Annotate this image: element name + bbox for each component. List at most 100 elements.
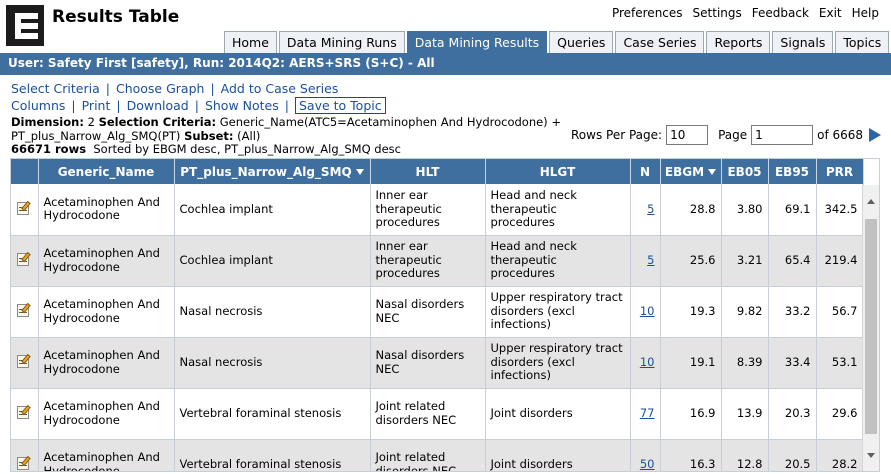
hlgt-cell: Joint disorders	[485, 439, 631, 471]
row-action-cell	[11, 235, 39, 287]
scroll-down-icon[interactable]	[867, 453, 875, 458]
pt-cell: Cochlea implant	[174, 184, 371, 236]
print-link[interactable]: Print	[82, 98, 111, 113]
add-to-case-series-link[interactable]: Add to Case Series	[221, 81, 339, 96]
preferences-link[interactable]: Preferences	[612, 6, 683, 20]
sort-desc-icon	[708, 169, 717, 175]
hlgt-cell: Head and neck therapeutic procedures	[485, 235, 631, 287]
pt-cell: Nasal necrosis	[174, 337, 371, 389]
hlt-cell: Nasal disorders NEC	[370, 286, 486, 338]
row-action-cell	[11, 439, 39, 471]
scroll-up-icon[interactable]	[867, 199, 875, 204]
eb95-cell: 20.3	[768, 388, 817, 440]
prr-cell: 342.5	[816, 184, 864, 236]
hlt-cell: Joint related disorders NEC	[370, 439, 486, 471]
app-logo	[6, 5, 44, 46]
link-separator: |	[194, 98, 199, 113]
column-header-hlt[interactable]: HLT	[370, 159, 486, 184]
settings-link[interactable]: Settings	[693, 6, 742, 20]
row-action-cell	[11, 388, 39, 440]
vertical-scrollbar[interactable]	[862, 185, 879, 471]
column-header-prr[interactable]: PRR	[816, 159, 864, 184]
table-body: Acetaminophen And Hydrocodone Cochlea imp…	[11, 184, 864, 471]
help-link[interactable]: Help	[852, 6, 879, 20]
eb05-cell: 3.21	[721, 235, 769, 287]
case-count-link[interactable]: 50	[640, 457, 655, 471]
download-link[interactable]: Download	[127, 98, 189, 113]
feedback-link[interactable]: Feedback	[752, 6, 809, 20]
column-header-eb95[interactable]: EB95	[768, 159, 817, 184]
edit-note-icon[interactable]	[16, 404, 32, 420]
table-row[interactable]: Acetaminophen And Hydrocodone Cochlea imp…	[11, 184, 864, 236]
page-label: Page	[718, 128, 748, 142]
hlgt-cell: Head and neck therapeutic procedures	[485, 184, 631, 236]
next-page-icon[interactable]	[869, 128, 882, 142]
tab-data-mining-results[interactable]: Data Mining Results	[406, 31, 548, 53]
column-header-eb05[interactable]: EB05	[721, 159, 769, 184]
tab-signals[interactable]: Signals	[772, 31, 834, 53]
edit-note-icon[interactable]	[16, 455, 32, 471]
eb05-cell: 8.39	[721, 337, 769, 389]
prr-cell: 56.7	[816, 286, 864, 338]
prr-cell: 219.4	[816, 235, 864, 287]
tab-topics[interactable]: Topics	[835, 31, 890, 53]
pt-cell: Nasal necrosis	[174, 286, 371, 338]
table-row[interactable]: Acetaminophen And Hydrocodone Vertebral f…	[11, 439, 864, 471]
ebgm-cell: 28.8	[660, 184, 722, 236]
column-header-pt[interactable]: PT_plus_Narrow_Alg_SMQ	[174, 159, 371, 184]
tab-home[interactable]: Home	[224, 31, 277, 53]
column-header-generic-name[interactable]: Generic_Name	[38, 159, 175, 184]
rows-per-page-input[interactable]	[666, 125, 709, 145]
table-row[interactable]: Acetaminophen And Hydrocodone Nasal necro…	[11, 337, 864, 389]
column-header-ebgm[interactable]: EBGM	[660, 159, 722, 184]
results-grid: Generic_Name PT_plus_Narrow_Alg_SMQ HLT …	[10, 158, 880, 472]
save-to-topic-link[interactable]: Save to Topic	[294, 97, 386, 114]
column-header-n[interactable]: N	[630, 159, 661, 184]
tab-queries[interactable]: Queries	[549, 31, 614, 53]
exit-link[interactable]: Exit	[819, 6, 842, 20]
choose-graph-link[interactable]: Choose Graph	[116, 81, 204, 96]
n-cell: 10	[630, 337, 661, 389]
eb05-cell: 9.82	[721, 286, 769, 338]
case-count-link[interactable]: 10	[640, 304, 655, 318]
show-notes-link[interactable]: Show Notes	[205, 98, 279, 113]
case-count-link[interactable]: 5	[647, 202, 654, 216]
generic-name-cell: Acetaminophen And Hydrocodone	[38, 184, 175, 236]
hlt-cell: Inner ear therapeutic procedures	[370, 184, 486, 236]
column-header-ebgm-label: EBGM	[664, 164, 705, 179]
n-cell: 10	[630, 286, 661, 338]
table-row[interactable]: Acetaminophen And Hydrocodone Cochlea imp…	[11, 235, 864, 287]
dimension-value: 2	[87, 115, 95, 129]
main-tabs: Home Data Mining Runs Data Mining Result…	[224, 31, 890, 53]
link-separator: |	[71, 98, 76, 113]
eb95-cell: 69.1	[768, 184, 817, 236]
scroll-thumb[interactable]	[865, 219, 877, 434]
link-separator: |	[284, 98, 289, 113]
pt-cell: Vertebral foraminal stenosis	[174, 388, 371, 440]
tab-data-mining-runs[interactable]: Data Mining Runs	[278, 31, 405, 53]
tab-case-series[interactable]: Case Series	[615, 31, 705, 53]
prr-cell: 29.6	[816, 388, 864, 440]
case-count-link[interactable]: 77	[640, 406, 655, 420]
n-cell: 5	[630, 184, 661, 236]
hlgt-cell: Upper respiratory tract disorders (excl …	[485, 337, 631, 389]
page-number-input[interactable]	[751, 125, 814, 145]
row-action-cell	[11, 184, 39, 236]
table-header-row: Generic_Name PT_plus_Narrow_Alg_SMQ HLT …	[11, 159, 864, 184]
top-nav: Preferences Settings Feedback Exit Help	[612, 6, 879, 20]
select-criteria-link[interactable]: Select Criteria	[11, 81, 100, 96]
results-table: Generic_Name PT_plus_Narrow_Alg_SMQ HLT …	[11, 159, 864, 471]
case-count-link[interactable]: 5	[647, 253, 654, 267]
eb95-cell: 20.5	[768, 439, 817, 471]
tab-reports[interactable]: Reports	[706, 31, 771, 53]
table-row[interactable]: Acetaminophen And Hydrocodone Nasal necro…	[11, 286, 864, 338]
columns-link[interactable]: Columns	[11, 98, 65, 113]
column-header-hlgt[interactable]: HLGT	[485, 159, 631, 184]
generic-name-cell: Acetaminophen And Hydrocodone	[38, 388, 175, 440]
edit-note-icon[interactable]	[16, 200, 32, 216]
edit-note-icon[interactable]	[16, 302, 32, 318]
edit-note-icon[interactable]	[16, 251, 32, 267]
case-count-link[interactable]: 10	[640, 355, 655, 369]
edit-note-icon[interactable]	[16, 353, 32, 369]
table-row[interactable]: Acetaminophen And Hydrocodone Vertebral f…	[11, 388, 864, 440]
